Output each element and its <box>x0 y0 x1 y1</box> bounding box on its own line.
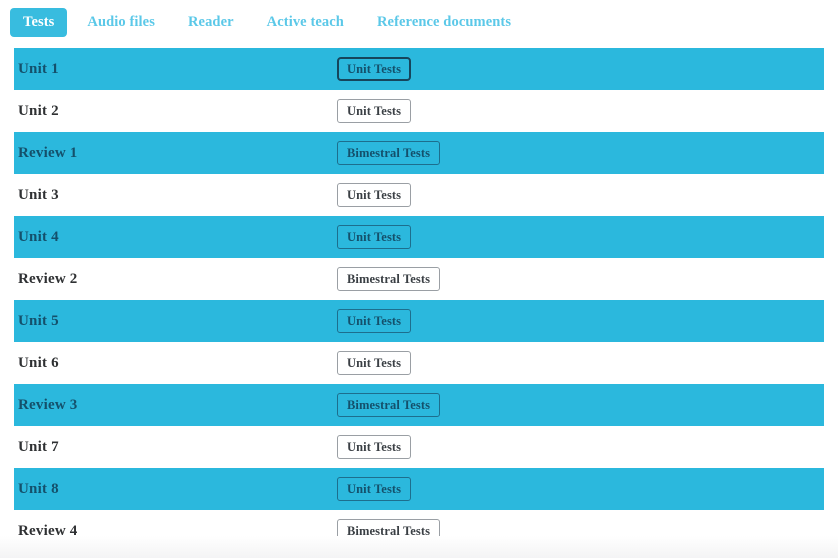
tab-active-teach[interactable]: Active teach <box>254 8 357 37</box>
row-action-cell: Unit Tests <box>337 477 412 501</box>
tab-audio-files[interactable]: Audio files <box>74 8 168 37</box>
table-row[interactable]: Unit 6 Unit Tests <box>0 342 838 384</box>
row-label: Review 1 <box>18 145 78 161</box>
tests-row-list: Unit 1 Unit Tests Unit 2 Unit Tests Review 1… <box>0 48 838 552</box>
row-background <box>14 468 824 510</box>
row-action-cell: Unit Tests <box>337 99 412 123</box>
tests-button[interactable]: Unit Tests <box>337 309 412 333</box>
row-label: Unit 5 <box>18 313 59 329</box>
tests-button[interactable]: Unit Tests <box>337 351 412 375</box>
row-background <box>14 174 824 216</box>
table-row[interactable]: Unit 1 Unit Tests <box>0 48 838 90</box>
row-background <box>14 48 824 90</box>
table-row[interactable]: Unit 5 Unit Tests <box>0 300 838 342</box>
tests-button[interactable]: Unit Tests <box>337 99 412 123</box>
table-row[interactable]: Review 2 Bimestral Tests <box>0 258 838 300</box>
tests-button[interactable]: Unit Tests <box>337 57 412 81</box>
table-row[interactable]: Unit 2 Unit Tests <box>0 90 838 132</box>
row-label: Review 2 <box>18 271 78 287</box>
row-background <box>14 300 824 342</box>
row-label: Unit 7 <box>18 439 59 455</box>
tests-button[interactable]: Unit Tests <box>337 225 412 249</box>
tests-page: Tests Audio files Reader Active teach Refere… <box>0 0 838 558</box>
row-label: Unit 1 <box>18 61 59 77</box>
row-label: Unit 2 <box>18 103 59 119</box>
row-label: Review 4 <box>18 523 78 539</box>
row-background <box>14 342 824 384</box>
table-row[interactable]: Review 4 Bimestral Tests <box>0 510 838 552</box>
table-row[interactable]: Review 3 Bimestral Tests <box>0 384 838 426</box>
table-row[interactable]: Unit 7 Unit Tests <box>0 426 838 468</box>
tab-reference-documents[interactable]: Reference documents <box>364 8 524 37</box>
tests-button[interactable]: Unit Tests <box>337 477 412 501</box>
tests-button[interactable]: Bimestral Tests <box>337 393 441 417</box>
row-label: Unit 8 <box>18 481 59 497</box>
row-background <box>14 90 824 132</box>
row-label: Unit 6 <box>18 355 59 371</box>
row-background <box>14 216 824 258</box>
table-row[interactable]: Unit 4 Unit Tests <box>0 216 838 258</box>
row-action-cell: Bimestral Tests <box>337 519 441 543</box>
table-row[interactable]: Review 1 Bimestral Tests <box>0 132 838 174</box>
row-action-cell: Bimestral Tests <box>337 393 441 417</box>
table-row[interactable]: Unit 8 Unit Tests <box>0 468 838 510</box>
tests-button[interactable]: Bimestral Tests <box>337 519 441 543</box>
row-label: Review 3 <box>18 397 78 413</box>
row-action-cell: Unit Tests <box>337 435 412 459</box>
row-action-cell: Unit Tests <box>337 351 412 375</box>
tests-button[interactable]: Unit Tests <box>337 435 412 459</box>
row-action-cell: Unit Tests <box>337 57 412 81</box>
row-action-cell: Bimestral Tests <box>337 141 441 165</box>
row-label: Unit 3 <box>18 187 59 203</box>
row-action-cell: Unit Tests <box>337 225 412 249</box>
row-background <box>14 426 824 468</box>
tab-tests[interactable]: Tests <box>10 7 68 37</box>
tab-bar: Tests Audio files Reader Active teach Refere… <box>0 0 838 44</box>
tests-button[interactable]: Unit Tests <box>337 183 412 207</box>
row-action-cell: Unit Tests <box>337 183 412 207</box>
row-action-cell: Bimestral Tests <box>337 267 441 291</box>
row-action-cell: Unit Tests <box>337 309 412 333</box>
row-label: Unit 4 <box>18 229 59 245</box>
tests-button[interactable]: Bimestral Tests <box>337 267 441 291</box>
table-row[interactable]: Unit 3 Unit Tests <box>0 174 838 216</box>
tab-reader[interactable]: Reader <box>175 8 247 37</box>
tests-button[interactable]: Bimestral Tests <box>337 141 441 165</box>
